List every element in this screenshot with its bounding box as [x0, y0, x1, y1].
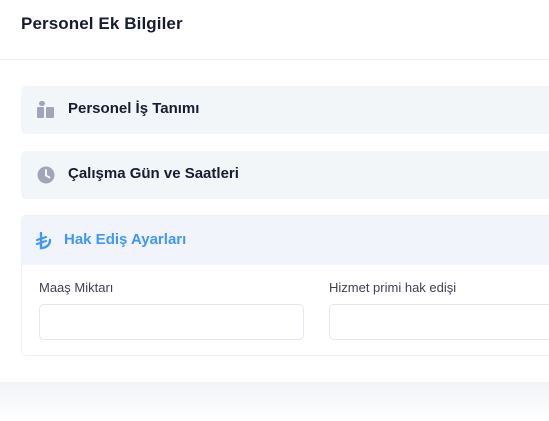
card-title: Personel Ek Bilgiler — [21, 14, 183, 33]
book-icon — [37, 101, 55, 119]
lira-icon — [35, 231, 52, 250]
maas-miktari-label: Maaş Miktarı — [39, 280, 114, 295]
accordion-header-hak-edis[interactable]: Hak Ediş Ayarları — [22, 216, 549, 265]
accordion-calisma-gun-saatleri[interactable]: Çalışma Gün ve Saatleri — [21, 151, 549, 199]
accordion-label: Personel İş Tanımı — [68, 100, 200, 117]
hizmet-primi-input[interactable] — [329, 304, 549, 340]
personel-ek-bilgiler-card: Personel Ek Bilgiler Personel İş Tanımı … — [0, 0, 549, 382]
card-header: Personel Ek Bilgiler — [0, 0, 549, 60]
maas-miktari-input[interactable] — [39, 304, 304, 340]
card-shadow — [0, 382, 549, 421]
accordion-personel-is-tanimi[interactable]: Personel İş Tanımı — [21, 86, 549, 134]
accordion-label: Çalışma Gün ve Saatleri — [68, 165, 239, 182]
hizmet-primi-label: Hizmet primi hak edişi — [329, 280, 457, 295]
accordion-hak-edis-ayarlari: Hak Ediş Ayarları Maaş Miktarı Hizmet pr… — [21, 215, 549, 356]
clock-icon — [37, 166, 55, 184]
accordion-label: Hak Ediş Ayarları — [64, 231, 187, 248]
